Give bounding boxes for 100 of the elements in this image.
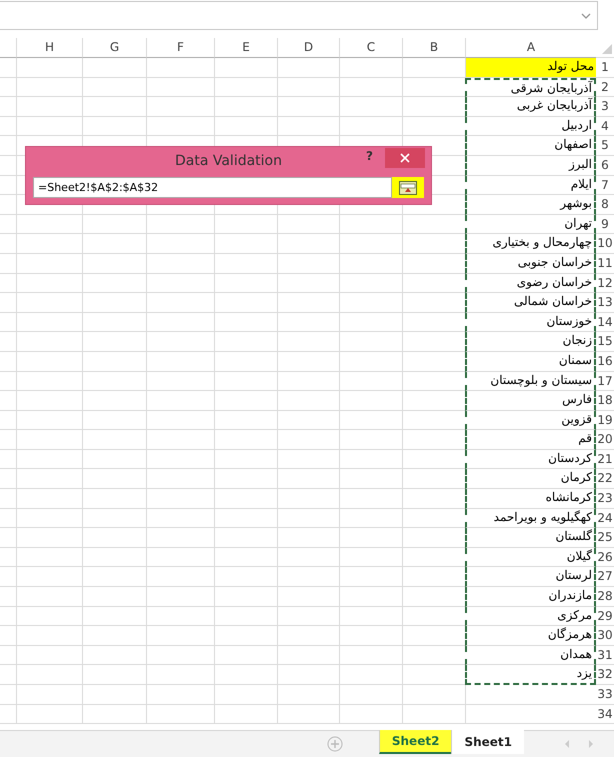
row-header[interactable]: 22 — [596, 469, 614, 490]
table-cell — [16, 352, 82, 372]
range-field[interactable]: =Sheet2!$A$2:$A$32 — [33, 177, 392, 198]
table-cell — [146, 78, 214, 98]
table-cell — [402, 312, 465, 332]
table-cell — [402, 450, 465, 470]
row-header[interactable]: 3 — [596, 97, 614, 117]
row-header[interactable]: 33 — [596, 685, 614, 705]
formula-field[interactable] — [0, 1, 598, 30]
column-header[interactable]: G — [82, 38, 146, 58]
row-header[interactable]: 5 — [596, 136, 614, 156]
table-cell — [146, 587, 214, 607]
table-cell — [82, 332, 146, 352]
row-header[interactable]: 20 — [596, 430, 614, 450]
row-header[interactable]: 16 — [596, 352, 614, 372]
table-cell — [339, 97, 402, 117]
row-header[interactable]: 23 — [596, 489, 614, 509]
collapse-dialog-button[interactable] — [392, 177, 424, 198]
row-header[interactable]: 27 — [596, 567, 614, 588]
column-header[interactable]: E — [214, 38, 277, 58]
table-cell — [339, 254, 402, 274]
cell-text: اصفهان — [554, 136, 592, 154]
row-header[interactable]: 32 — [596, 665, 614, 685]
table-cell — [402, 548, 465, 568]
table-cell — [339, 685, 402, 705]
table-cell — [146, 469, 214, 490]
row-header[interactable]: 28 — [596, 587, 614, 607]
column-header[interactable]: C — [339, 38, 402, 58]
column-header[interactable]: H — [16, 38, 82, 58]
row-header[interactable]: 8 — [596, 195, 614, 215]
table-cell — [402, 508, 465, 528]
table-cell — [16, 587, 82, 607]
cell-text: هرمزگان — [548, 626, 592, 644]
table-cell — [16, 312, 82, 332]
add-sheet-icon[interactable] — [326, 736, 343, 752]
row-header[interactable]: 17 — [596, 372, 614, 392]
scroll-right-icon[interactable] — [588, 740, 594, 748]
cell-text: کرمانشاه — [546, 489, 592, 506]
table-cell — [277, 254, 339, 274]
row-header[interactable]: 25 — [596, 528, 614, 548]
row-header[interactable]: 31 — [596, 646, 614, 666]
cell-text: آذربایجان غربی — [516, 97, 592, 114]
table-cell — [82, 704, 146, 724]
sheet-tab[interactable]: Sheet2 — [378, 730, 452, 754]
row-header[interactable]: 13 — [596, 293, 614, 313]
table-cell — [16, 274, 82, 294]
row-header[interactable]: 4 — [596, 116, 614, 136]
column-header[interactable]: D — [277, 38, 339, 58]
row-header[interactable]: 14 — [596, 312, 614, 332]
column-header[interactable]: B — [402, 38, 465, 58]
row-header[interactable]: 7 — [596, 176, 614, 196]
column-header[interactable]: F — [146, 38, 214, 58]
table-cell — [277, 78, 339, 98]
table-cell — [402, 567, 465, 588]
row-header[interactable]: 21 — [596, 450, 614, 470]
sheet-tab[interactable]: Sheet1 — [451, 730, 524, 754]
row-header[interactable]: 30 — [596, 626, 614, 646]
table-cell — [82, 78, 146, 98]
row-header[interactable]: 18 — [596, 391, 614, 411]
table-cell — [82, 489, 146, 509]
table-cell — [214, 352, 277, 372]
table-cell — [214, 646, 277, 666]
table-cell — [82, 508, 146, 528]
row-header[interactable]: 24 — [596, 508, 614, 528]
table-cell — [339, 665, 402, 685]
cell-text: زنجان — [562, 332, 592, 350]
row-header[interactable]: 19 — [596, 410, 614, 430]
row-header[interactable]: 2 — [596, 78, 614, 98]
table-cell — [82, 665, 146, 685]
cell-text: سمنان — [558, 352, 592, 369]
row-header[interactable]: 6 — [596, 156, 614, 176]
table-cell — [16, 646, 82, 666]
help-button[interactable]: ? — [366, 149, 373, 163]
chevron-down-icon[interactable] — [581, 12, 591, 18]
table-cell — [339, 528, 402, 548]
table-cell — [214, 528, 277, 548]
scroll-left-icon[interactable] — [564, 740, 570, 748]
row-header[interactable]: 11 — [596, 254, 614, 274]
row-header[interactable]: 9 — [596, 214, 614, 234]
row-header[interactable]: 29 — [596, 606, 614, 626]
row-header[interactable]: 12 — [596, 274, 614, 294]
table-cell — [214, 626, 277, 646]
close-button[interactable] — [385, 148, 425, 168]
table-cell — [277, 704, 339, 724]
cell-text: البرز — [568, 156, 592, 173]
table-cell — [146, 685, 214, 705]
row-header[interactable]: 26 — [596, 548, 614, 568]
table-cell — [402, 528, 465, 548]
table-cell — [277, 430, 339, 450]
table-cell — [16, 234, 82, 254]
row-header[interactable]: 15 — [596, 332, 614, 352]
row-header[interactable]: 10 — [596, 234, 614, 254]
table-cell — [16, 469, 82, 490]
table-cell — [214, 508, 277, 528]
row-header[interactable]: 34 — [596, 704, 614, 724]
table-cell — [277, 234, 339, 254]
table-cell — [146, 665, 214, 685]
select-all-icon[interactable] — [602, 44, 612, 54]
table-cell — [16, 332, 82, 352]
table-cell — [402, 587, 465, 607]
